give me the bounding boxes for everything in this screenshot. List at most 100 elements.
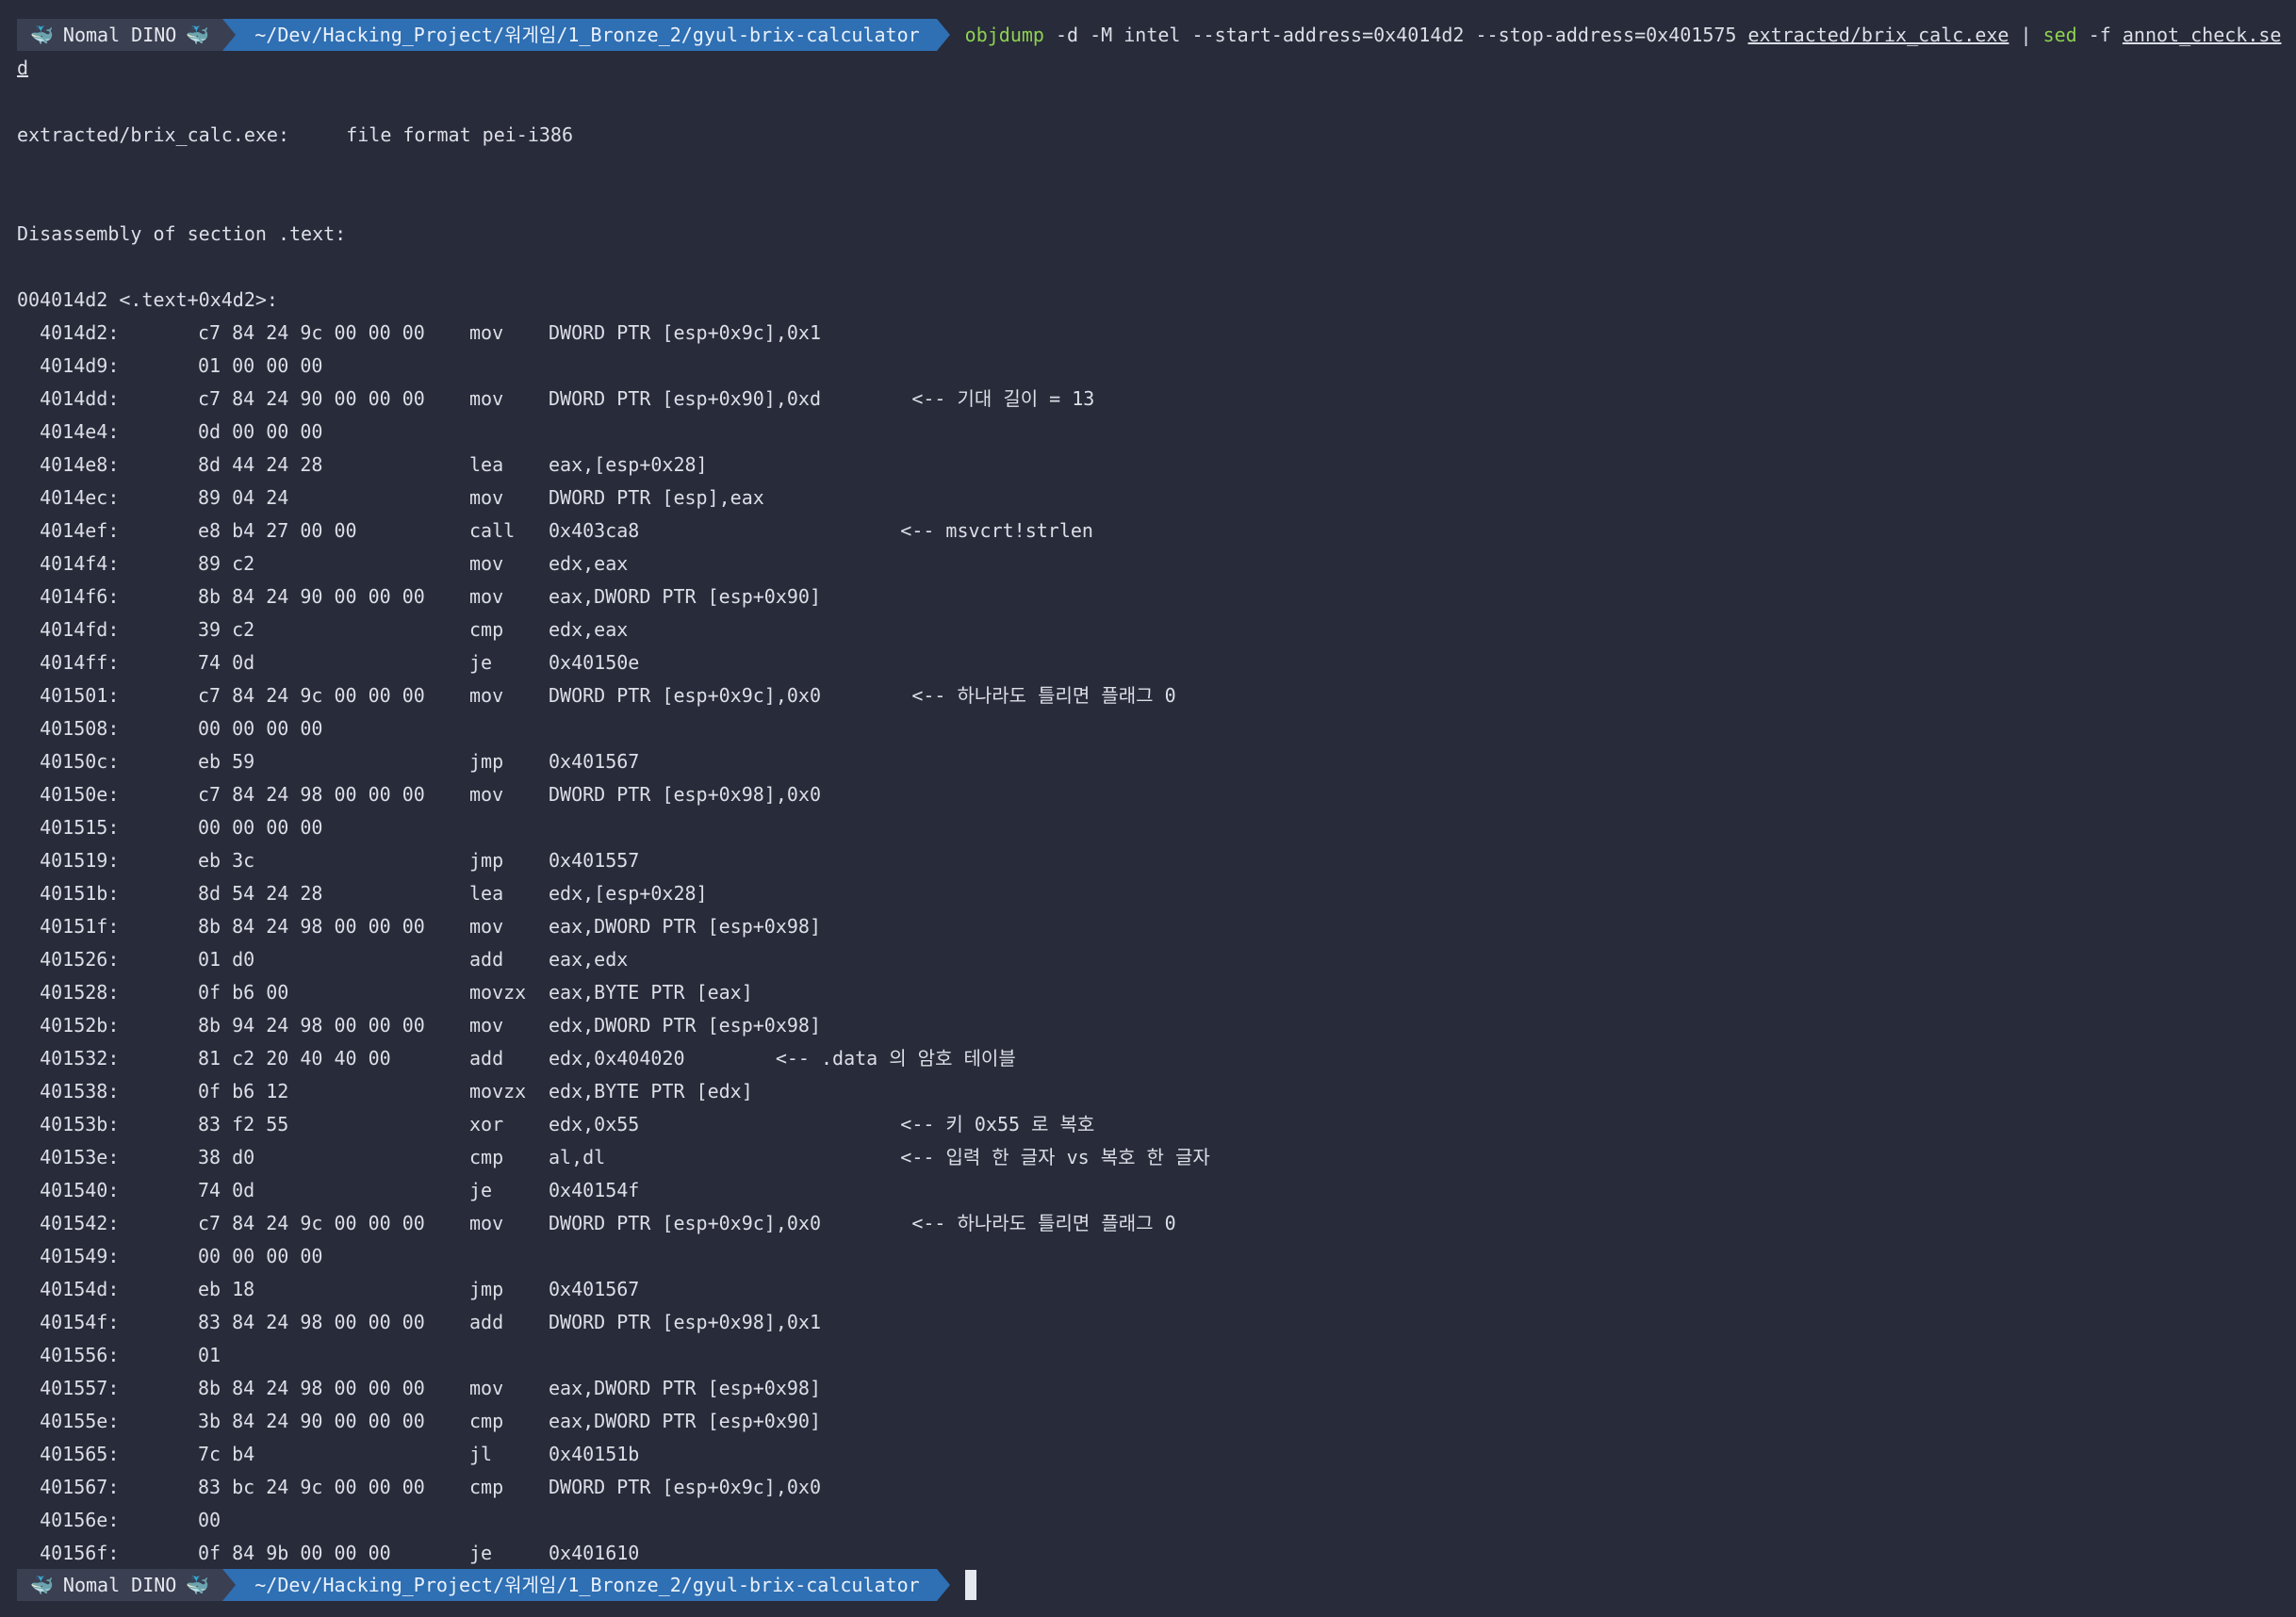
asm-address: 4014dd:	[17, 387, 120, 410]
command-script: annot_check.se	[2122, 24, 2282, 46]
asm-row: 401528: 0f b6 00 movzx eax,BYTE PTR [eax]	[17, 977, 753, 1007]
asm-operands: 0x401557	[549, 849, 640, 872]
asm-comment: <-- 키 0x55 로 복호	[639, 1113, 1095, 1135]
prompt-separator	[222, 19, 237, 51]
asm-row: 401515: 00 00 00 00	[17, 812, 549, 842]
asm-bytes: 0f b6 00	[198, 981, 289, 1004]
asm-comment: <-- 하나라도 틀리면 플래그 0	[820, 1212, 1176, 1234]
asm-mnemonic: cmp	[469, 1410, 504, 1432]
asm-row: 4014e4: 0d 00 00 00	[17, 416, 549, 447]
asm-row: 401542: c7 84 24 9c 00 00 00 mov DWORD PTR …	[17, 1208, 1176, 1238]
asm-mnemonic: je	[469, 651, 493, 674]
whale-icon: 🐳	[186, 1574, 210, 1596]
asm-address: 401528:	[17, 981, 120, 1004]
asm-address: 40153e:	[17, 1146, 120, 1168]
asm-operands: eax,BYTE PTR [eax]	[549, 981, 753, 1004]
prompt-user: Nomal DINO	[62, 24, 177, 46]
asm-mnemonic: cmp	[469, 1146, 504, 1168]
asm-address: 40152b:	[17, 1014, 120, 1037]
asm-mnemonic: mov	[469, 1014, 504, 1037]
asm-row: 40152b: 8b 94 24 98 00 00 00 mov edx,DWORD …	[17, 1010, 821, 1040]
asm-operands: edx,[esp+0x28]	[549, 882, 708, 905]
asm-address: 40156f:	[17, 1542, 120, 1564]
asm-row: 4014f4: 89 c2 mov edx,eax	[17, 548, 628, 579]
asm-mnemonic: add	[469, 1311, 504, 1333]
asm-operands: 0x401610	[549, 1542, 640, 1564]
asm-bytes: 01 d0	[198, 948, 255, 971]
asm-address: 40154d:	[17, 1278, 120, 1300]
asm-bytes: 8d 54 24 28	[198, 882, 323, 905]
asm-address: 4014f6:	[17, 585, 120, 608]
asm-row: 401567: 83 bc 24 9c 00 00 00 cmp DWORD PTR …	[17, 1472, 821, 1502]
asm-address: 40151f:	[17, 915, 120, 938]
asm-bytes: 8d 44 24 28	[198, 453, 323, 476]
asm-address: 4014d2:	[17, 321, 120, 344]
asm-address: 40156e:	[17, 1509, 120, 1531]
asm-row: 401556: 01	[17, 1340, 549, 1370]
asm-operands: eax,DWORD PTR [esp+0x90]	[549, 1410, 821, 1432]
asm-row: 4014ec: 89 04 24 mov DWORD PTR [esp],eax	[17, 482, 764, 513]
prompt-separator	[222, 1569, 237, 1601]
asm-operands: eax,DWORD PTR [esp+0x90]	[549, 585, 821, 608]
command-sed-args: -f	[2076, 24, 2123, 46]
asm-bytes: 8b 84 24 98 00 00 00	[198, 915, 425, 938]
asm-mnemonic: jmp	[469, 1278, 504, 1300]
asm-row: 401532: 81 c2 20 40 40 00 add edx,0x404020 …	[17, 1043, 1016, 1073]
asm-bytes: 00 00 00 00	[198, 1245, 323, 1267]
prompt-path: ~/Dev/Hacking_Project/워게임/1_Bronze_2/gyu…	[236, 19, 937, 51]
asm-operands: edx,0x55	[549, 1113, 640, 1135]
asm-mnemonic: lea	[469, 882, 504, 905]
asm-operands: 0x40150e	[549, 651, 640, 674]
asm-operands: DWORD PTR [esp],eax	[549, 486, 764, 509]
asm-address: 401538:	[17, 1080, 120, 1102]
asm-row: 40153e: 38 d0 cmp al,dl <-- 입력 한 글자 vs 복호 한…	[17, 1142, 1210, 1172]
asm-row: 40156e: 00	[17, 1505, 549, 1535]
output-label: 004014d2 <.text+0x4d2>:	[17, 288, 278, 311]
asm-address: 401542:	[17, 1212, 120, 1234]
asm-address: 401540:	[17, 1179, 120, 1201]
output-section-header: Disassembly of section .text:	[17, 222, 347, 245]
asm-bytes: 83 84 24 98 00 00 00	[198, 1311, 425, 1333]
asm-mnemonic	[469, 713, 549, 743]
command-program: objdump	[964, 24, 1044, 46]
asm-operands: eax,DWORD PTR [esp+0x98]	[549, 915, 821, 938]
asm-bytes: 01	[198, 1344, 221, 1366]
asm-address: 401519:	[17, 849, 120, 872]
asm-address: 40155e:	[17, 1410, 120, 1432]
asm-row: 40150e: c7 84 24 98 00 00 00 mov DWORD PTR …	[17, 779, 821, 809]
asm-row: 4014dd: c7 84 24 90 00 00 00 mov DWORD PTR …	[17, 384, 1094, 414]
asm-bytes: c7 84 24 9c 00 00 00	[198, 321, 425, 344]
asm-mnemonic: jmp	[469, 750, 504, 773]
asm-bytes: 38 d0	[198, 1146, 255, 1168]
asm-bytes: 00	[198, 1509, 221, 1531]
command-sed: sed	[2042, 24, 2077, 46]
asm-row: 4014ff: 74 0d je 0x40150e	[17, 647, 639, 678]
asm-comment: <-- msvcrt!strlen	[639, 519, 1093, 542]
asm-mnemonic	[469, 1340, 549, 1370]
asm-mnemonic: mov	[469, 321, 504, 344]
prompt-separator	[936, 1569, 950, 1601]
asm-bytes: e8 b4 27 00 00	[198, 519, 357, 542]
asm-row: 4014fd: 39 c2 cmp edx,eax	[17, 614, 628, 645]
asm-operands: edx,DWORD PTR [esp+0x98]	[549, 1014, 821, 1037]
asm-bytes: 83 bc 24 9c 00 00 00	[198, 1476, 425, 1498]
asm-row: 401519: eb 3c jmp 0x401557	[17, 845, 639, 875]
asm-mnemonic: mov	[469, 1212, 504, 1234]
asm-bytes: 0d 00 00 00	[198, 420, 323, 443]
asm-operands: DWORD PTR [esp+0x9c],0x0	[549, 1212, 821, 1234]
terminal-cursor[interactable]	[964, 1570, 976, 1600]
asm-mnemonic: jl	[469, 1443, 493, 1465]
asm-operands: 0x40154f	[549, 1179, 640, 1201]
asm-row: 40153b: 83 f2 55 xor edx,0x55 <-- 키 0x55 로 …	[17, 1109, 1094, 1139]
asm-bytes: 81 c2 20 40 40 00	[198, 1047, 391, 1070]
asm-address: 4014f4:	[17, 552, 120, 575]
asm-mnemonic: lea	[469, 453, 504, 476]
asm-bytes: 8b 94 24 98 00 00 00	[198, 1014, 425, 1037]
asm-row: 401508: 00 00 00 00	[17, 713, 549, 743]
asm-comment: <-- 입력 한 글자 vs 복호 한 글자	[605, 1146, 1210, 1168]
terminal-window[interactable]: 🐳 Nomal DINO 🐳 ~/Dev/Hacking_Project/워게임…	[0, 0, 2296, 1617]
asm-address: 401532:	[17, 1047, 120, 1070]
prompt-line-top: 🐳 Nomal DINO 🐳 ~/Dev/Hacking_Project/워게임…	[17, 19, 2281, 51]
asm-address: 4014ff:	[17, 651, 120, 674]
asm-row: 401501: c7 84 24 9c 00 00 00 mov DWORD PTR …	[17, 680, 1176, 710]
